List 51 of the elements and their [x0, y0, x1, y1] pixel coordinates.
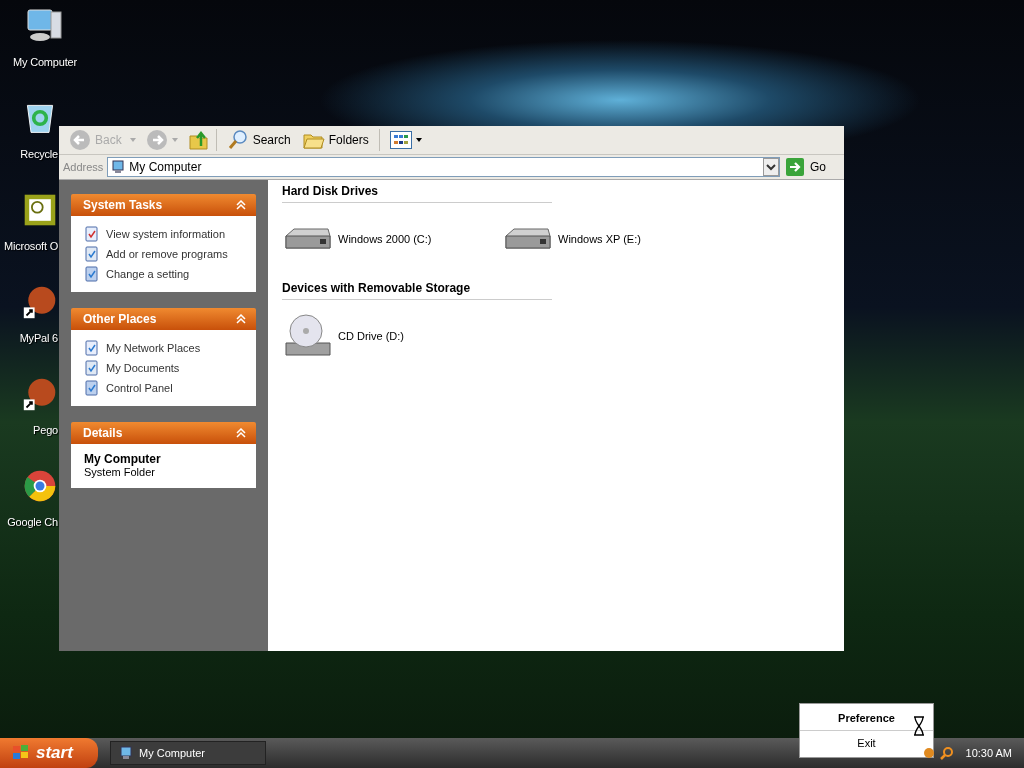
task-link[interactable]: My Documents	[106, 362, 180, 374]
search-icon	[226, 129, 249, 151]
drive-label[interactable]: Windows 2000 (C:)	[338, 233, 432, 245]
desktop-icon-label[interactable]: Recycle	[20, 148, 58, 160]
search-button[interactable]: Search	[222, 129, 295, 151]
search-icon[interactable]	[939, 746, 954, 760]
address-label: Address	[63, 161, 104, 173]
desktop-icon-label[interactable]: MyPal 6	[19, 332, 58, 344]
clock: 10:30 AM	[965, 747, 1012, 759]
task-link[interactable]: Change a setting	[106, 268, 190, 280]
collapse-icon[interactable]	[236, 200, 246, 210]
address-field[interactable]: My Computer	[107, 157, 780, 177]
menu-item[interactable]: Exit	[800, 731, 933, 755]
go-arrow-icon	[786, 158, 804, 176]
desktop-icon-label[interactable]: Microsoft O	[3, 240, 58, 252]
start-button[interactable]: start	[0, 738, 98, 768]
desktop-icon-label[interactable]: My Computer	[13, 56, 77, 68]
group-heading: Devices with Removable Storage	[282, 281, 552, 300]
task-icon	[84, 380, 100, 396]
task-icon	[84, 340, 100, 356]
drive-label[interactable]: CD Drive (D:)	[338, 330, 404, 342]
folder-up-icon[interactable]	[187, 129, 210, 151]
collapse-icon[interactable]	[236, 314, 246, 324]
desktop-icon-label[interactable]: Google Ch	[7, 516, 58, 528]
task-link[interactable]: Add or remove programs	[106, 248, 228, 260]
hard-drive-icon[interactable]	[284, 226, 332, 252]
task-icon	[84, 360, 100, 376]
task-icon	[84, 246, 100, 262]
details-description: System Folder	[84, 466, 156, 478]
windows-logo-icon	[12, 744, 30, 762]
group-heading: Hard Disk Drives	[282, 184, 552, 203]
collapse-icon[interactable]	[236, 428, 246, 438]
task-link[interactable]: View system information	[106, 228, 225, 240]
task-icon	[84, 226, 100, 242]
details-name: My Computer	[84, 452, 162, 466]
desktop-icon-label[interactable]: Pego	[33, 424, 58, 436]
task-icon	[84, 266, 100, 282]
drive-label[interactable]: Windows XP (E:)	[558, 233, 641, 245]
cd-drive-icon[interactable]	[284, 313, 332, 359]
computer-icon	[111, 160, 126, 174]
task-link[interactable]: Control Panel	[106, 382, 173, 394]
computer-icon	[119, 746, 133, 760]
taskbar-button[interactable]: My Computer	[110, 741, 266, 765]
hourglass-icon	[913, 716, 925, 736]
go-button[interactable]: Go	[784, 158, 840, 176]
caret-icon[interactable]	[415, 138, 422, 142]
folders-button[interactable]: Folders	[298, 129, 373, 151]
task-link[interactable]: My Network Places	[106, 342, 201, 354]
tray-icon[interactable]	[921, 746, 936, 760]
hard-drive-icon[interactable]	[504, 226, 552, 252]
views-icon[interactable]	[389, 131, 412, 149]
